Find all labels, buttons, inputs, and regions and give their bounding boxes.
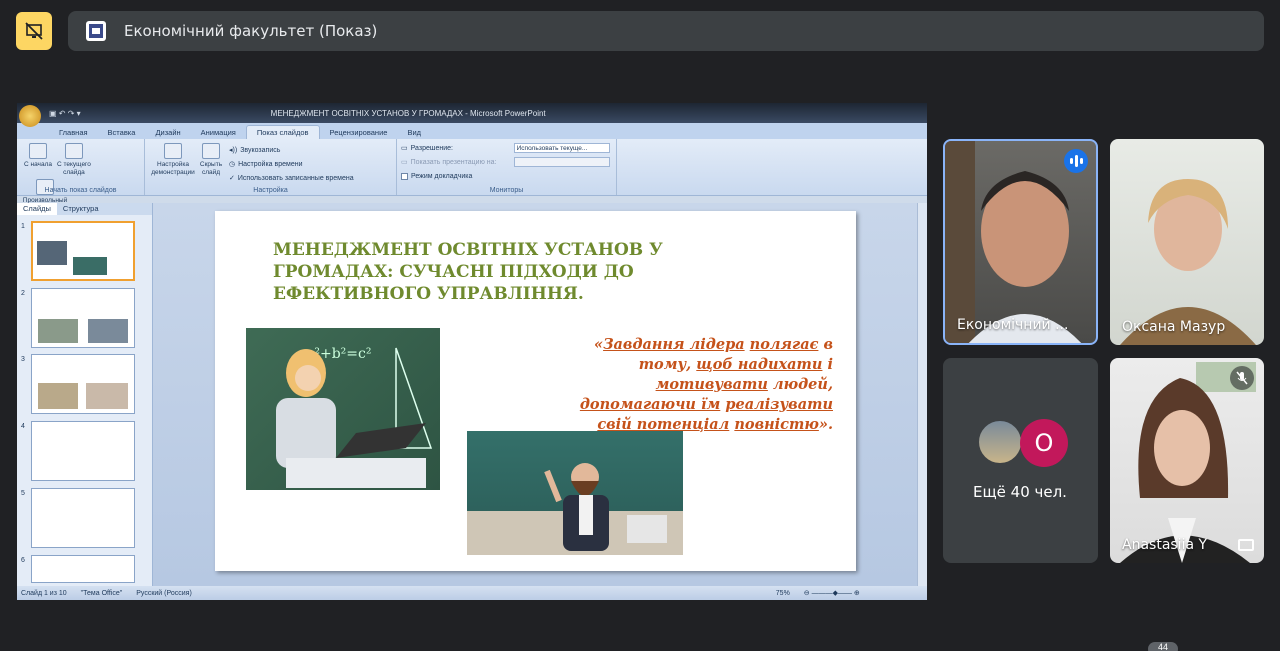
resolution-row: ▭ Разрешение: Использовать текуще... — [401, 141, 612, 155]
participant-name: Оксана Мазур — [1122, 319, 1226, 335]
zoom-slider[interactable]: ⊖ ———◆—— ⊕ — [804, 589, 860, 597]
theme-name: "Тема Office" — [80, 589, 123, 597]
teacher-photo: a²+b²=c² — [246, 328, 440, 490]
participant-video — [1120, 179, 1256, 345]
slide-title: МЕНЕДЖМЕНТ ОСВІТНІХ УСТАНОВ У ГРОМАДАХ: … — [273, 240, 663, 304]
more-participants-tile[interactable] — [943, 358, 1098, 563]
rehearse-timings-button[interactable]: ◷ Настройка времени — [229, 157, 354, 171]
participant-count-badge: 44 — [1148, 642, 1178, 651]
participant-avatar — [977, 419, 1023, 465]
slide-thumbnail[interactable] — [31, 354, 135, 414]
quick-access-toolbar[interactable]: ▣ ↶ ↷ ▾ — [49, 109, 81, 118]
slide-number: 2 — [21, 290, 25, 297]
pane-tabs: Слайды Структура — [17, 203, 152, 215]
show-on-row: ▭ Показать презентацию на: — [401, 155, 612, 169]
slide-editor: МЕНЕДЖМЕНТ ОСВІТНІХ УСТАНОВ У ГРОМАДАХ: … — [153, 203, 927, 586]
from-start-button[interactable]: С начала — [21, 143, 55, 169]
pip-icon[interactable] — [1238, 539, 1254, 551]
use-timings-checkbox[interactable]: ✓ Использовать записанные времена — [229, 171, 354, 185]
tab-view[interactable]: Вид — [397, 126, 431, 139]
participant-name: Anastasiia Y — [1122, 537, 1208, 553]
group-label-setup: Настройка — [253, 187, 288, 194]
tab-animation[interactable]: Анимация — [191, 126, 246, 139]
ribbon: С начала С текущего слайда Произвольный … — [17, 139, 927, 212]
ppt-workarea: Слайды Структура 1 2 3 4 5 6 МЕНЕДЖМЕНТ … — [17, 203, 927, 586]
participant-tile[interactable]: Anastasiia Y — [1110, 358, 1264, 563]
hide-slide-button[interactable]: Скрыть слайд — [197, 143, 225, 193]
slideshow-icon — [64, 143, 83, 159]
timer-icon: ◷ — [229, 161, 236, 168]
ribbon-group-monitors: ▭ Разрешение: Использовать текуще... ▭ Пока… — [397, 139, 617, 195]
more-participants-label: Ещё 40 чел. — [973, 483, 1067, 501]
speaking-indicator-icon — [1064, 149, 1088, 173]
ribbon-group-setup: Настройка демонстрации Скрыть слайд ◂)) З… — [145, 139, 397, 195]
tab-slides[interactable]: Слайды — [17, 203, 57, 215]
monitor-icon: ▭ — [401, 145, 408, 152]
office-button[interactable] — [19, 105, 41, 127]
ribbon-tabs: Главная Вставка Дизайн Анимация Показ сл… — [17, 123, 927, 139]
slide-thumbnail[interactable] — [31, 288, 135, 348]
zoom-level[interactable]: 75% — [776, 590, 790, 597]
setup-icon — [164, 143, 182, 159]
checkbox — [401, 172, 408, 180]
tab-slideshow[interactable]: Показ слайдов — [245, 125, 320, 139]
current-slide: МЕНЕДЖМЕНТ ОСВІТНІХ УСТАНОВ У ГРОМАДАХ: … — [215, 211, 856, 571]
language: Русский (Россия) — [136, 589, 192, 597]
tab-review[interactable]: Рецензирование — [320, 126, 398, 139]
slide-thumbnail[interactable] — [31, 421, 135, 481]
checkmark-icon: ✓ — [229, 175, 235, 182]
tab-design[interactable]: Дизайн — [145, 126, 190, 139]
slides-pane: Слайды Структура 1 2 3 4 5 6 — [17, 203, 153, 586]
app-logo-icon — [86, 21, 106, 41]
resolution-select[interactable]: Использовать текуще... — [513, 143, 610, 153]
meeting-title-bar: Економічний факультет (Показ) — [68, 11, 1264, 51]
participant-avatar-letter: O — [1020, 419, 1068, 467]
bearded-man-photo — [467, 431, 683, 555]
participant-name: Економічний ... — [957, 317, 1069, 333]
hide-slide-icon — [202, 143, 220, 159]
tab-home[interactable]: Главная — [49, 126, 98, 139]
sound-icon: ◂)) — [229, 147, 238, 154]
ribbon-group-start: С начала С текущего слайда Произвольный … — [17, 139, 145, 212]
from-current-button[interactable]: С текущего слайда — [57, 143, 91, 177]
slide-number: 3 — [21, 356, 25, 363]
shared-screen: ▣ ↶ ↷ ▾ МЕНЕДЖМЕНТ ОСВІТНІХ УСТАНОВ У ГР… — [17, 103, 927, 600]
slide-thumbnail[interactable] — [31, 555, 135, 583]
participant-tile[interactable]: Оксана Мазур — [1110, 139, 1264, 345]
mic-off-icon — [1230, 366, 1254, 390]
slide-quote: «Завдання лідера полягає в тому, щоб над… — [579, 336, 833, 433]
slide-thumbnail[interactable] — [31, 488, 135, 548]
tab-outline[interactable]: Структура — [57, 203, 105, 215]
ppt-window-title: МЕНЕДЖМЕНТ ОСВІТНІХ УСТАНОВ У ГРОМАДАХ -… — [270, 108, 546, 118]
slide-number: 5 — [21, 490, 25, 497]
slide-number: 6 — [21, 557, 25, 564]
present-off-icon — [25, 22, 43, 40]
slide-number: 4 — [21, 423, 25, 430]
tab-insert[interactable]: Вставка — [98, 126, 146, 139]
vertical-scrollbar[interactable] — [917, 203, 927, 586]
ppt-status-bar: Слайд 1 из 10 "Тема Office" Русский (Рос… — [17, 586, 927, 600]
slideshow-icon — [29, 143, 47, 159]
meeting-title: Економічний факультет (Показ) — [124, 22, 378, 40]
setup-show-button[interactable]: Настройка демонстрации — [149, 143, 197, 193]
slide-number: 1 — [21, 223, 25, 230]
presenter-view-checkbox[interactable]: Режим докладчика — [401, 169, 612, 183]
ppt-title-bar: ▣ ↶ ↷ ▾ МЕНЕДЖМЕНТ ОСВІТНІХ УСТАНОВ У ГР… — [17, 103, 927, 127]
slide-thumbnail[interactable] — [31, 221, 135, 281]
group-label-start: Начать показ слайдов — [44, 187, 117, 194]
presenting-toggle-button[interactable] — [16, 12, 52, 50]
show-on-select[interactable] — [513, 157, 610, 167]
participant-tile-speaking[interactable]: Економічний ... — [943, 139, 1098, 345]
monitor-icon: ▭ — [401, 159, 408, 166]
slide-counter: Слайд 1 из 10 — [21, 589, 67, 597]
group-label-monitors: Мониторы — [489, 187, 524, 194]
record-narration-button[interactable]: ◂)) Звукозапись — [229, 143, 354, 157]
